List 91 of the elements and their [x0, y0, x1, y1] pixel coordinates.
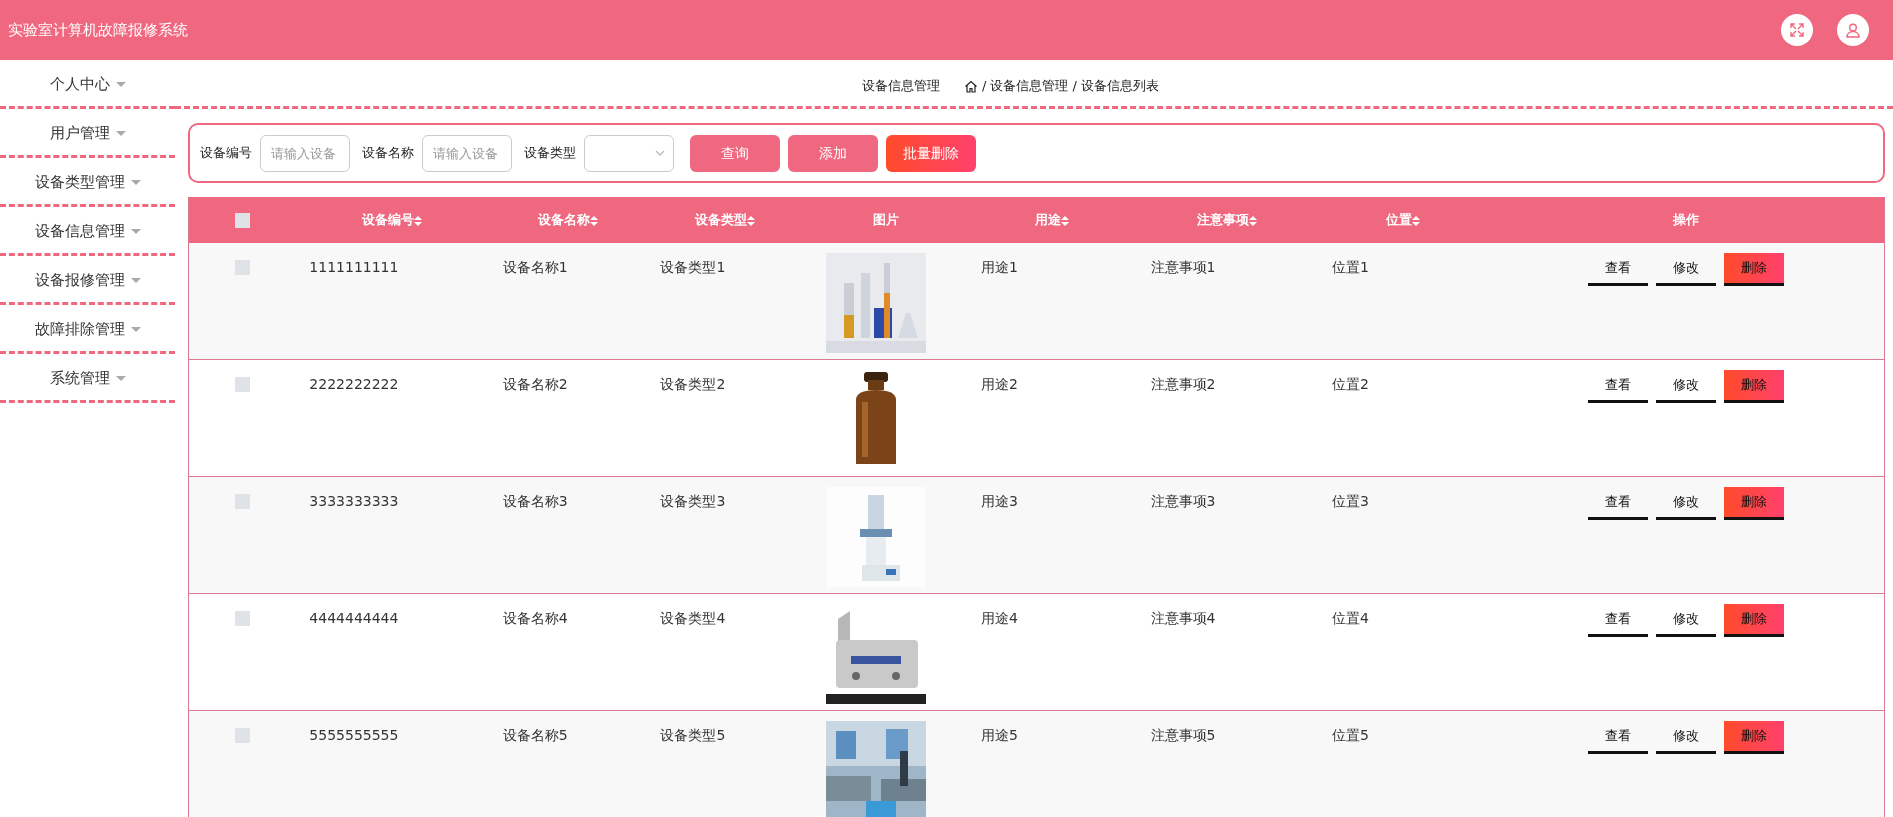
view-button[interactable]: 查看 — [1587, 487, 1648, 520]
field-label: 设备类型 — [524, 144, 576, 163]
caret-icon — [115, 376, 126, 381]
app-title: 实验室计算机故障报修系统 — [8, 19, 188, 41]
sidebar-item[interactable]: 设备报修管理 — [0, 256, 175, 305]
row-checkbox[interactable] — [234, 376, 250, 392]
user-icon — [1845, 22, 1861, 38]
table-cell-text: 位置2 — [1331, 375, 1369, 394]
edit-button[interactable]: 修改 — [1655, 487, 1716, 520]
table-cell-text: 位置1 — [1331, 258, 1369, 277]
caret-icon — [130, 327, 141, 332]
table-cell-text: 注意事项4 — [1149, 609, 1216, 628]
sort-icon — [589, 215, 598, 226]
sort-icon — [414, 215, 422, 226]
column-header: 图片 — [872, 212, 899, 228]
input-field[interactable]: 请输入设备 — [260, 134, 350, 172]
input-field[interactable]: 请输入设备 — [422, 134, 512, 172]
breadcrumb-separator: / — [1072, 77, 1077, 96]
delete-button[interactable]: 删除 — [1723, 721, 1784, 754]
caret-icon — [130, 229, 141, 234]
sort-icon — [747, 215, 756, 226]
table-cell-text: 设备类型2 — [659, 375, 726, 394]
sidebar-item[interactable]: 系统管理 — [0, 354, 175, 403]
sort-icon — [1411, 215, 1420, 226]
table-cell-text: 5555555555 — [308, 726, 399, 745]
column-header: 操作 — [1672, 212, 1699, 228]
sidebar-item[interactable]: 个人中心 — [0, 60, 175, 109]
field-label: 设备名称 — [362, 144, 414, 163]
table-cell-text: 用途5 — [979, 726, 1018, 745]
table-cell-text: 注意事项2 — [1149, 375, 1216, 394]
breadcrumb-item[interactable]: 设备信息列表 — [1080, 76, 1159, 96]
sidebar-item[interactable]: 用户管理 — [0, 109, 175, 158]
breadcrumb-item[interactable]: 设备信息管理 — [990, 76, 1069, 96]
table-cell-text: 用途3 — [979, 492, 1018, 511]
delete-button[interactable]: 删除 — [1723, 370, 1784, 403]
page-title: 设备信息管理 — [862, 77, 940, 96]
table-cell-text: 设备名称1 — [501, 258, 568, 277]
fullscreen-button[interactable] — [1781, 14, 1813, 46]
table-cell-text: 设备名称5 — [501, 726, 568, 745]
breadcrumb-separator: / — [982, 77, 987, 96]
field-label: 设备编号 — [200, 144, 252, 163]
sidebar-item[interactable]: 设备信息管理 — [0, 207, 175, 256]
sidebar-item[interactable]: 设备类型管理 — [0, 158, 175, 207]
table-cell-text: 设备类型4 — [659, 609, 726, 628]
delete-button[interactable]: 删除 — [1723, 487, 1784, 520]
type-dropdown[interactable] — [584, 134, 674, 172]
table-cell-text: 位置3 — [1331, 492, 1369, 511]
home-icon — [964, 79, 978, 93]
table-cell-text: 设备类型3 — [659, 492, 726, 511]
edit-button[interactable]: 修改 — [1655, 604, 1716, 637]
expand-icon — [1789, 22, 1805, 38]
row-checkbox[interactable] — [234, 493, 250, 509]
caret-icon — [130, 180, 141, 185]
caret-icon — [115, 82, 126, 87]
table-cell-text: 设备名称3 — [501, 492, 568, 511]
delete-button[interactable]: 删除 — [1723, 253, 1784, 286]
user-button[interactable] — [1837, 14, 1869, 46]
table-cell-text: 设备名称2 — [501, 375, 568, 394]
table-cell-text: 注意事项1 — [1149, 258, 1216, 277]
table-cell-text: 位置5 — [1331, 726, 1369, 745]
edit-button[interactable]: 修改 — [1655, 253, 1716, 286]
view-button[interactable]: 查看 — [1587, 721, 1648, 754]
caret-icon — [115, 131, 126, 136]
edit-button[interactable]: 修改 — [1655, 721, 1716, 754]
sort-icon — [1249, 215, 1258, 226]
table-cell-text: 2222222222 — [308, 375, 399, 394]
view-button[interactable]: 查看 — [1587, 604, 1648, 637]
table-cell-text: 4444444444 — [308, 609, 399, 628]
caret-icon — [130, 278, 141, 283]
table-cell-text: 用途2 — [979, 375, 1018, 394]
row-checkbox[interactable] — [234, 610, 250, 626]
table-cell-text: 用途4 — [979, 609, 1018, 628]
view-button[interactable]: 查看 — [1587, 370, 1648, 403]
table-cell-text: 设备类型5 — [659, 726, 726, 745]
edit-button[interactable]: 修改 — [1655, 370, 1716, 403]
chevron-down-icon — [655, 150, 665, 156]
table-cell-text: 1111111111 — [308, 258, 399, 277]
row-checkbox[interactable] — [234, 259, 250, 275]
select-all-checkbox[interactable] — [234, 213, 250, 229]
sort-icon — [1060, 215, 1069, 226]
table-cell-text: 注意事项5 — [1149, 726, 1216, 745]
table-cell-text: 设备类型1 — [659, 258, 726, 277]
view-button[interactable]: 查看 — [1587, 253, 1648, 286]
row-checkbox[interactable] — [234, 727, 250, 743]
sidebar-item[interactable]: 故障排除管理 — [0, 305, 175, 354]
table-cell-text: 位置4 — [1331, 609, 1369, 628]
table-cell-text: 3333333333 — [308, 492, 399, 511]
delete-button[interactable]: 删除 — [1723, 604, 1784, 637]
table-cell-text: 用途1 — [979, 258, 1018, 277]
table-cell-text: 设备名称4 — [501, 609, 568, 628]
table-cell-text: 注意事项3 — [1149, 492, 1216, 511]
